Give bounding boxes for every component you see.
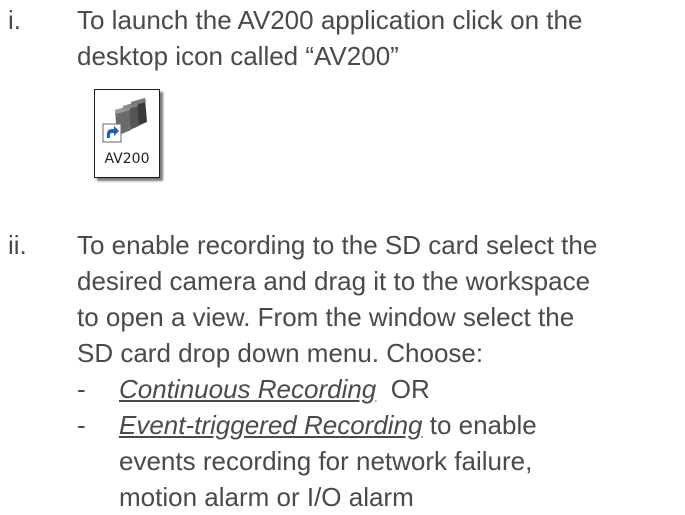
- instruction-page: i. To launch the AV200 application click…: [0, 0, 685, 512]
- option-event-triggered-recording: - Event-triggered Recording to enable ev…: [77, 407, 677, 515]
- step-1-number: i.: [8, 5, 21, 35]
- step-1-line-2: desktop icon called “AV200”: [77, 41, 399, 71]
- option-event-triggered-recording-suffix: to enable: [422, 410, 537, 440]
- step-2-line-3: to open a view. From the window select t…: [77, 302, 575, 332]
- av200-shortcut-icon[interactable]: AV200: [94, 89, 160, 178]
- option-continuous-recording-suffix: OR: [376, 374, 430, 404]
- step-2-text: To enable recording to the SD card selec…: [77, 227, 677, 515]
- step-2-line-4: SD card drop down menu. Choose:: [77, 338, 484, 368]
- step-2-line-2: desired camera and drag it to the worksp…: [77, 266, 591, 296]
- step-2-number: ii.: [8, 230, 27, 260]
- option-continuous-recording-label: Continuous Recording: [119, 374, 377, 404]
- step-1-text: To launch the AV200 application click on…: [77, 2, 677, 74]
- option-event-triggered-recording-label: Event-triggered Recording: [119, 410, 423, 440]
- camera-stack-icon: [102, 98, 147, 143]
- step-2-line-1: To enable recording to the SD card selec…: [77, 230, 598, 260]
- step-1-line-1: To launch the AV200 application click on…: [77, 5, 583, 35]
- shortcut-label: AV200: [104, 151, 150, 167]
- option-event-triggered-line-3: motion alarm or I/O alarm: [119, 482, 414, 512]
- option-continuous-recording: - Continuous Recording OR: [77, 371, 677, 407]
- option-dash: -: [77, 374, 86, 404]
- option-dash: -: [77, 410, 86, 440]
- option-event-triggered-line-2: events recording for network failure,: [119, 446, 533, 476]
